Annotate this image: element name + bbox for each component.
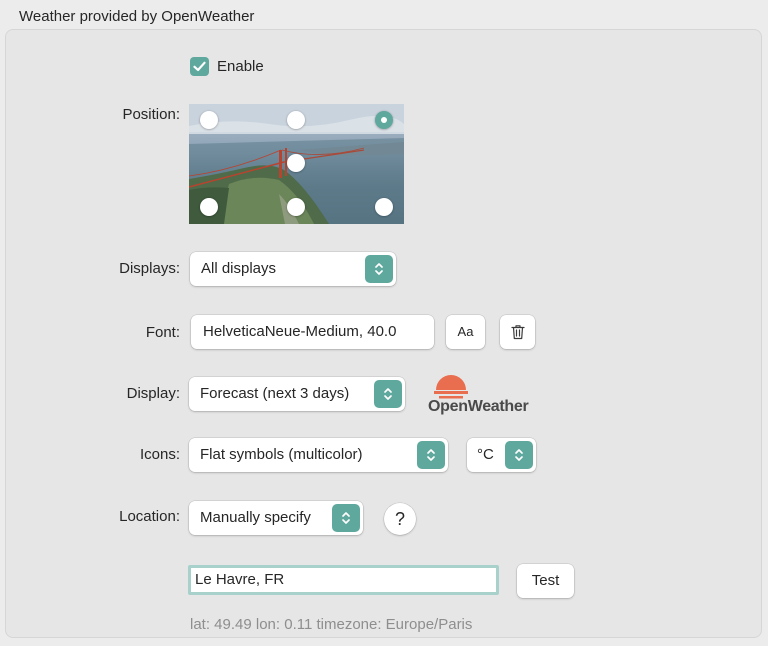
city-input[interactable]: Le Havre, FR: [188, 565, 499, 595]
test-button[interactable]: Test: [517, 564, 574, 598]
trash-button[interactable]: [500, 315, 535, 349]
icons-stepper: [417, 441, 445, 469]
font-label: Font:: [145, 324, 180, 341]
chevron-updown-icon: [427, 449, 435, 461]
section-title: Weather provided by OpenWeather: [19, 8, 255, 25]
enable-checkbox[interactable]: [190, 57, 209, 76]
position-top-left[interactable]: [200, 111, 218, 129]
displays-value: All displays: [201, 260, 277, 277]
checkmark-icon: [193, 61, 206, 72]
displays-stepper: [365, 255, 393, 283]
position-top-center[interactable]: [287, 111, 305, 129]
position-bottom-right[interactable]: [375, 198, 393, 216]
displays-popup[interactable]: All displays: [190, 252, 396, 286]
position-center[interactable]: [287, 154, 305, 172]
location-info: lat: 49.49 lon: 0.11 timezone: Europe/Pa…: [190, 616, 473, 633]
icons-popup[interactable]: Flat symbols (multicolor): [189, 438, 448, 472]
location-value: Manually specify: [200, 509, 311, 526]
position-preview: [189, 104, 404, 224]
font-picker-button[interactable]: Aa: [446, 315, 485, 349]
unit-stepper: [505, 441, 533, 469]
display-value: Forecast (next 3 days): [200, 385, 350, 402]
display-stepper: [374, 380, 402, 408]
font-field[interactable]: HelveticaNeue-Medium, 40.0: [191, 315, 434, 349]
position-bottom-center[interactable]: [287, 198, 305, 216]
chevron-updown-icon: [384, 388, 392, 400]
icons-label: Icons:: [139, 446, 180, 463]
display-label: Display:: [126, 385, 180, 402]
displays-label: Displays:: [119, 260, 180, 277]
chevron-updown-icon: [515, 449, 523, 461]
location-stepper: [332, 504, 360, 532]
location-label: Location:: [119, 508, 180, 525]
unit-popup[interactable]: °C: [467, 438, 536, 472]
chevron-updown-icon: [342, 512, 350, 524]
location-popup[interactable]: Manually specify: [189, 501, 363, 535]
font-aa-icon: Aa: [457, 324, 474, 339]
unit-value: °C: [477, 446, 494, 463]
position-label: Position:: [122, 106, 180, 123]
icons-value: Flat symbols (multicolor): [200, 446, 363, 463]
openweather-logo-text: OpenWeather: [428, 398, 529, 415]
enable-label: Enable: [217, 58, 264, 75]
trash-icon: [511, 325, 525, 340]
chevron-updown-icon: [375, 263, 383, 275]
position-bottom-left[interactable]: [200, 198, 218, 216]
display-popup[interactable]: Forecast (next 3 days): [189, 377, 405, 411]
help-button[interactable]: ?: [384, 503, 416, 535]
position-top-right[interactable]: [375, 111, 393, 129]
